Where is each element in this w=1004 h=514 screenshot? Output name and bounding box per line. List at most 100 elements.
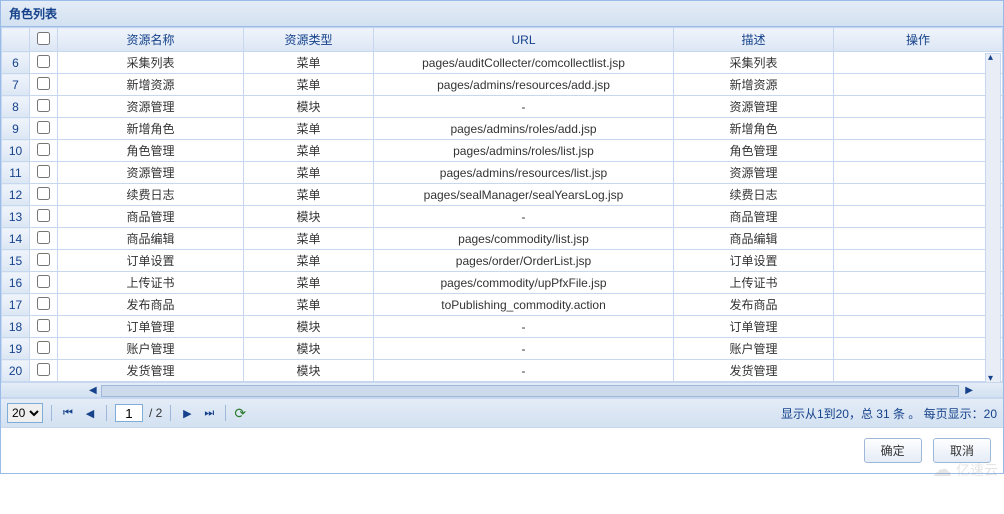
row-checkbox[interactable] [37,363,50,376]
row-checkbox[interactable] [37,341,50,354]
table-row[interactable]: 10角色管理菜单pages/admins/roles/list.jsp角色管理 [2,140,1003,162]
ok-button[interactable]: 确定 [864,438,922,463]
cell-url: toPublishing_commodity.action [374,294,674,316]
cell-op [834,206,1003,228]
hscroll-track[interactable] [101,385,959,397]
cell-type: 模块 [244,360,374,382]
row-checkbox-cell[interactable] [30,316,58,338]
col-header-op[interactable]: 操作 [834,28,1003,52]
cell-url: - [374,316,674,338]
paging-info: 显示从1到20，总 31 条 。 每页显示：20 [781,405,997,422]
select-all-checkbox[interactable] [37,32,50,45]
row-checkbox-cell[interactable] [30,118,58,140]
cell-desc: 新增资源 [674,74,834,96]
row-checkbox-cell[interactable] [30,294,58,316]
cell-url: - [374,338,674,360]
hscroll-left-icon[interactable]: ◀ [89,385,97,396]
row-checkbox[interactable] [37,77,50,90]
table-row[interactable]: 11资源管理菜单pages/admins/resources/list.jsp资… [2,162,1003,184]
col-header-url[interactable]: URL [374,28,674,52]
row-checkbox[interactable] [37,55,50,68]
cell-name: 新增角色 [58,118,244,140]
table-row[interactable]: 19账户管理模块-账户管理 [2,338,1003,360]
table-row[interactable]: 13商品管理模块-商品管理 [2,206,1003,228]
cell-type: 菜单 [244,294,374,316]
cell-name: 角色管理 [58,140,244,162]
page-number-input[interactable] [115,404,143,422]
row-checkbox-cell[interactable] [30,96,58,118]
row-checkbox-cell[interactable] [30,74,58,96]
row-checkbox[interactable] [37,99,50,112]
row-checkbox-cell[interactable] [30,52,58,74]
row-number: 18 [2,316,30,338]
table-row[interactable]: 20发货管理模块-发货管理 [2,360,1003,382]
prev-page-button[interactable]: ◀ [82,405,98,421]
table-row[interactable]: 8资源管理模块-资源管理 [2,96,1003,118]
row-checkbox[interactable] [37,231,50,244]
row-number: 11 [2,162,30,184]
cell-type: 模块 [244,96,374,118]
table-row[interactable]: 7新增资源菜单pages/admins/resources/add.jsp新增资… [2,74,1003,96]
cell-name: 资源管理 [58,162,244,184]
horizontal-scrollbar[interactable]: ◀ ▶ [1,382,1003,398]
row-checkbox[interactable] [37,297,50,310]
cell-op [834,228,1003,250]
page-size-select[interactable]: 20 [7,403,43,423]
cell-url: pages/admins/roles/list.jsp [374,140,674,162]
hscroll-right-icon[interactable]: ▶ [965,385,973,396]
cell-name: 账户管理 [58,338,244,360]
cell-name: 续费日志 [58,184,244,206]
dialog-button-bar: 确定 取消 ☁ 亿速云 [1,427,1003,473]
first-page-button[interactable]: ⏮ [60,405,76,421]
cancel-button[interactable]: 取消 [933,438,991,463]
cell-op [834,96,1003,118]
row-checkbox[interactable] [37,275,50,288]
row-checkbox-cell[interactable] [30,184,58,206]
table-row[interactable]: 9新增角色菜单pages/admins/roles/add.jsp新增角色 [2,118,1003,140]
row-checkbox[interactable] [37,253,50,266]
row-checkbox[interactable] [37,143,50,156]
cell-name: 发货管理 [58,360,244,382]
cell-type: 模块 [244,206,374,228]
cell-name: 新增资源 [58,74,244,96]
cell-type: 菜单 [244,250,374,272]
table-row[interactable]: 16上传证书菜单pages/commodity/upPfxFile.jsp上传证… [2,272,1003,294]
cell-op [834,338,1003,360]
row-checkbox-cell[interactable] [30,360,58,382]
cell-op [834,250,1003,272]
cell-url: pages/admins/roles/add.jsp [374,118,674,140]
table-row[interactable]: 12续费日志菜单pages/sealManager/sealYearsLog.j… [2,184,1003,206]
row-checkbox[interactable] [37,187,50,200]
row-checkbox-cell[interactable] [30,250,58,272]
row-checkbox-cell[interactable] [30,206,58,228]
col-header-name[interactable]: 资源名称 [58,28,244,52]
row-checkbox[interactable] [37,209,50,222]
row-checkbox[interactable] [37,121,50,134]
table-row[interactable]: 17发布商品菜单toPublishing_commodity.action发布商… [2,294,1003,316]
data-table: 资源名称 资源类型 URL 描述 操作 6采集列表菜单pages/auditCo… [1,27,1003,382]
row-checkbox-cell[interactable] [30,228,58,250]
row-checkbox-cell[interactable] [30,272,58,294]
cell-name: 商品编辑 [58,228,244,250]
row-checkbox[interactable] [37,165,50,178]
row-checkbox[interactable] [37,319,50,332]
row-checkbox-cell[interactable] [30,162,58,184]
table-row[interactable]: 18订单管理模块-订单管理 [2,316,1003,338]
role-list-panel: 角色列表 资源名称 资源类型 URL 描述 操作 6采集列表菜单pages/au… [0,0,1004,474]
refresh-icon[interactable]: ⟳ [234,405,246,422]
table-row[interactable]: 15订单设置菜单pages/order/OrderList.jsp订单设置 [2,250,1003,272]
cell-desc: 订单设置 [674,250,834,272]
col-header-desc[interactable]: 描述 [674,28,834,52]
row-checkbox-cell[interactable] [30,338,58,360]
cell-op [834,272,1003,294]
vertical-scrollbar[interactable] [985,53,1001,383]
col-header-type[interactable]: 资源类型 [244,28,374,52]
last-page-button[interactable]: ⏭ [201,405,217,421]
row-number: 12 [2,184,30,206]
cell-url: pages/commodity/list.jsp [374,228,674,250]
row-checkbox-cell[interactable] [30,140,58,162]
next-page-button[interactable]: ▶ [179,405,195,421]
table-row[interactable]: 14商品编辑菜单pages/commodity/list.jsp商品编辑 [2,228,1003,250]
col-header-checkbox[interactable] [30,28,58,52]
table-row[interactable]: 6采集列表菜单pages/auditCollecter/comcollectli… [2,52,1003,74]
